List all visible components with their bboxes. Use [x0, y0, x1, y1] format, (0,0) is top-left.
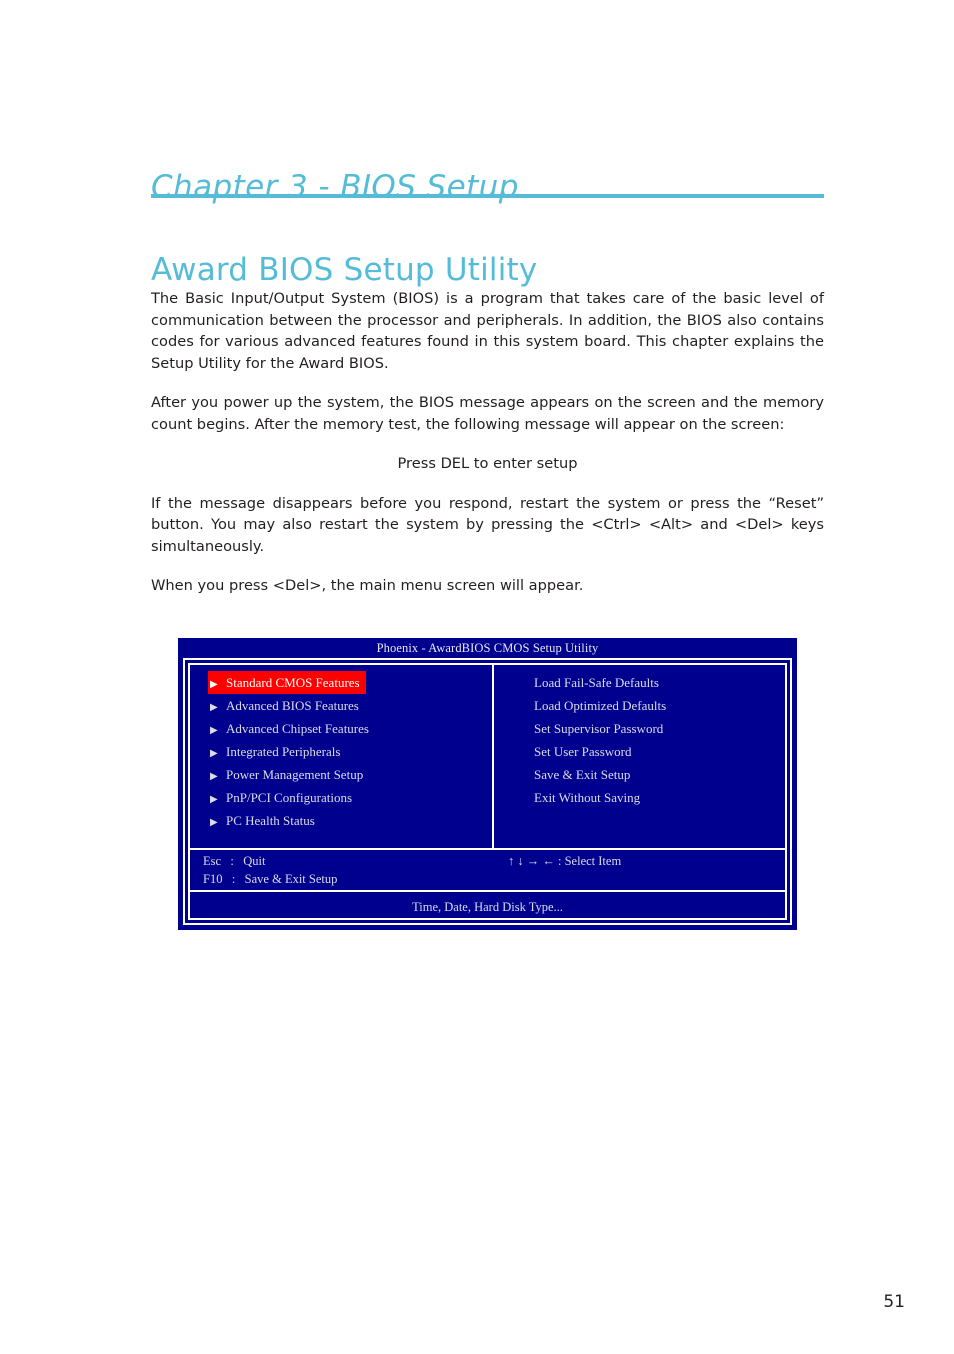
triangle-right-icon: ▶ — [210, 679, 218, 690]
bios-menu-item-advanced-chipset-features[interactable]: ▶ Advanced Chipset Features — [208, 717, 483, 740]
bios-menu-item-load-fail-safe-defaults[interactable]: Load Fail-Safe Defaults — [534, 671, 778, 694]
triangle-right-icon: ▶ — [210, 771, 218, 782]
bios-menu-item-integrated-peripherals[interactable]: ▶ Integrated Peripherals — [208, 740, 483, 763]
chapter-title-rule — [151, 194, 824, 198]
bios-column-divider — [492, 665, 494, 848]
bios-menu-label: Power Management Setup — [226, 767, 364, 782]
triangle-right-icon: ▶ — [210, 702, 218, 713]
bios-menu-label: PC Health Status — [226, 813, 315, 828]
paragraph-power-up: After you power up the system, the BIOS … — [151, 394, 824, 433]
document-page: Chapter 3 - BIOS Setup Award BIOS Setup … — [0, 0, 954, 1354]
bios-menu-label: PnP/PCI Configurations — [226, 790, 353, 805]
press-del-message: Press DEL to enter setup — [397, 455, 578, 472]
bios-menu-item-set-supervisor-password[interactable]: Set Supervisor Password — [534, 717, 778, 740]
triangle-right-icon: ▶ — [210, 817, 218, 828]
chapter-title: Chapter 3 - BIOS Setup — [151, 168, 519, 205]
bios-menu-label: Advanced Chipset Features — [226, 721, 369, 736]
paragraph-restart: If the message disappears before you res… — [151, 494, 824, 555]
bios-menu-item-pnp-pci-configurations[interactable]: ▶ PnP/PCI Configurations — [208, 786, 483, 809]
bios-outer-border: ▶ Standard CMOS Features ▶ Advanced BIOS F… — [183, 658, 792, 925]
page-number: 51 — [883, 1292, 905, 1312]
bios-menu-panel: ▶ Standard CMOS Features ▶ Advanced BIOS F… — [190, 665, 785, 848]
bios-menu-item-standard-cmos-features[interactable]: ▶ Standard CMOS Features — [208, 671, 483, 694]
bios-menu-item-advanced-bios-features[interactable]: ▶ Advanced BIOS Features — [208, 694, 483, 717]
bios-menu-item-set-user-password[interactable]: Set User Password — [534, 740, 778, 763]
body-text-column: The Basic Input/Output System (BIOS) is … — [151, 288, 824, 597]
bios-key-legend-select-item: ↑ ↓ → ← : Select Item — [508, 854, 622, 868]
bios-status-bar: Time, Date, Hard Disk Type... — [412, 900, 563, 914]
bios-key-legend-quit-save: Esc : Quit F10 : Save & Exit Setup — [203, 854, 338, 886]
bios-right-menu: Load Fail-Safe Defaults Load Optimized D… — [508, 671, 778, 809]
bios-menu-item-power-management-setup[interactable]: ▶ Power Management Setup — [208, 763, 483, 786]
section-title: Award BIOS Setup Utility — [151, 251, 538, 288]
triangle-right-icon: ▶ — [210, 794, 218, 805]
bios-key-legend: Esc : Quit F10 : Save & Exit Setup ↑ ↓ →… — [190, 850, 785, 890]
triangle-right-icon: ▶ — [210, 748, 218, 759]
triangle-right-icon: ▶ — [210, 725, 218, 736]
bios-menu-item-load-optimized-defaults[interactable]: Load Optimized Defaults — [534, 694, 778, 717]
paragraph-intro: The Basic Input/Output System (BIOS) is … — [151, 290, 824, 372]
bios-left-menu: ▶ Standard CMOS Features ▶ Advanced BIOS F… — [208, 671, 483, 832]
bios-menu-item-save-and-exit-setup[interactable]: Save & Exit Setup — [534, 763, 778, 786]
bios-menu-label: Integrated Peripherals — [226, 744, 341, 759]
bios-setup-screenshot: Phoenix - AwardBIOS CMOS Setup Utility ▶… — [178, 638, 797, 930]
bios-title: Phoenix - AwardBIOS CMOS Setup Utility — [376, 641, 599, 655]
bios-inner-border: ▶ Standard CMOS Features ▶ Advanced BIOS F… — [188, 663, 787, 920]
bios-menu-label: Standard CMOS Features — [226, 675, 360, 690]
paragraph-main-menu: When you press <Del>, the main menu scre… — [151, 577, 584, 594]
bios-menu-label: Advanced BIOS Features — [226, 698, 359, 713]
bios-menu-item-exit-without-saving[interactable]: Exit Without Saving — [534, 786, 778, 809]
bios-menu-item-pc-health-status[interactable]: ▶ PC Health Status — [208, 809, 483, 832]
